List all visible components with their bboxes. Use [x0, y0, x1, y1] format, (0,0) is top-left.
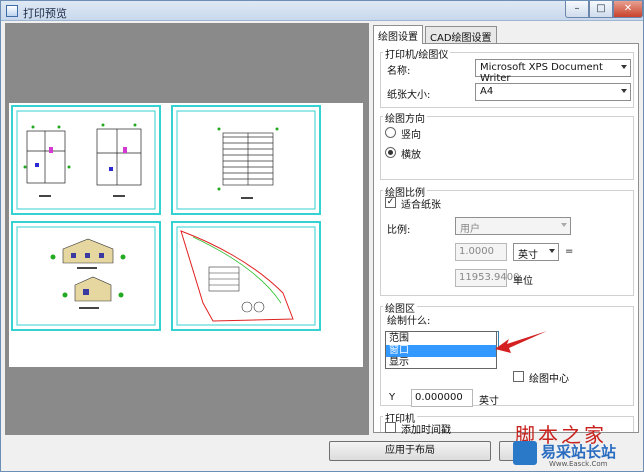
chevron-down-icon [561, 223, 567, 227]
printer-group-title: 打印机/绘图仪 [383, 46, 451, 61]
watermark-logo-icon [513, 441, 537, 465]
paper-size-select[interactable]: A4 [475, 83, 631, 101]
print-preview-window: 打印预览 – □ ✕ 绘图设置 CAD绘图设置 打印机/绘图仪 名称: Micr… [0, 0, 644, 472]
center-plot-label: 绘图中心 [529, 374, 569, 385]
landscape-label: 横放 [401, 150, 421, 161]
offset-y-label: Y [389, 392, 396, 403]
scale-unit-select[interactable]: 英寸 [513, 243, 559, 261]
chevron-down-icon [621, 65, 627, 69]
fit-to-paper-checkbox[interactable]: ✓ [385, 197, 396, 208]
printer-group: 打印机/绘图仪 名称: Microsoft XPS Document Write… [380, 46, 634, 108]
timestamp-checkbox[interactable] [385, 422, 396, 433]
tab-cad-plot-settings[interactable]: CAD绘图设置 [425, 26, 497, 44]
paper-size-label: 纸张大小: [387, 90, 431, 101]
plot-what-label: 绘制什么: [387, 316, 431, 327]
close-button[interactable]: ✕ [613, 1, 643, 18]
scale-units-field[interactable]: 11953.9400 [455, 269, 519, 287]
minimize-button[interactable]: – [565, 1, 589, 18]
units-label: 单位 [513, 276, 533, 287]
apply-to-layout-button[interactable]: 应用于布局 [329, 441, 491, 461]
center-plot-checkbox[interactable] [513, 371, 524, 382]
watermark-url: Www.Easck.Com [549, 460, 608, 468]
tab-body: 打印机/绘图仪 名称: Microsoft XPS Document Write… [373, 43, 639, 436]
watermark-text-main: 易采站长站 [541, 443, 617, 461]
tab-plot-settings[interactable]: 绘图设置 [373, 25, 423, 44]
siteplan-drawing [176, 226, 316, 326]
preview-area [5, 23, 369, 435]
paper-size-value: A4 [480, 86, 494, 97]
printer-name-label: 名称: [387, 66, 411, 77]
scale-label: 比例: [387, 225, 411, 236]
title-bar: 打印预览 – □ ✕ [1, 1, 643, 21]
elevation-drawing [16, 226, 156, 326]
dropdown-option-display[interactable]: 显示 [386, 357, 496, 369]
scale-group: 绘图比例 ✓ 适合纸张 比例: 用户 1.0000 英寸 = 11953.940… [380, 184, 634, 296]
scale-select[interactable]: 用户 [455, 217, 571, 235]
dropdown-option-extents[interactable]: 范围 [386, 333, 496, 345]
drawing-sheet-elevations [11, 221, 161, 331]
preview-paper [9, 103, 363, 367]
app-icon [6, 5, 18, 17]
orientation-group: 绘图方向 竖向 横放 [380, 110, 634, 180]
plot-what-dropdown-list: 范围 窗口 显示 [385, 331, 497, 369]
timestamp-label: 添加时间戳 [401, 425, 451, 436]
scale-value: 用户 [460, 224, 480, 235]
orientation-group-title: 绘图方向 [383, 110, 427, 125]
scale-inches-field[interactable]: 1.0000 [455, 243, 507, 261]
offset-y-field[interactable]: 0.000000 [411, 389, 473, 407]
window-title: 打印预览 [23, 7, 67, 20]
dropdown-option-window[interactable]: 窗口 [386, 345, 496, 357]
portrait-label: 竖向 [401, 130, 421, 141]
drawing-sheet-roofplan [171, 105, 321, 215]
chevron-down-icon [549, 249, 555, 253]
scale-unit-value: 英寸 [518, 250, 538, 261]
maximize-button[interactable]: □ [589, 1, 613, 18]
floorplan-drawing [16, 110, 156, 210]
equals-sign: = [565, 246, 574, 257]
roofplan-drawing [176, 110, 316, 210]
chevron-down-icon [621, 89, 627, 93]
printer-name-value: Microsoft XPS Document Writer [480, 62, 603, 84]
settings-panel: 绘图设置 CAD绘图设置 打印机/绘图仪 名称: Microsoft XPS D… [371, 23, 641, 436]
drawing-sheet-siteplan [171, 221, 321, 331]
annotation-arrow-icon [495, 331, 547, 353]
portrait-radio[interactable] [385, 127, 396, 138]
printer-name-select[interactable]: Microsoft XPS Document Writer [475, 59, 631, 84]
fit-to-paper-label: 适合纸张 [401, 200, 441, 211]
landscape-radio[interactable] [385, 147, 396, 158]
drawing-sheet-floorplans [11, 105, 161, 215]
offset-y-unit: 英寸 [479, 396, 499, 407]
